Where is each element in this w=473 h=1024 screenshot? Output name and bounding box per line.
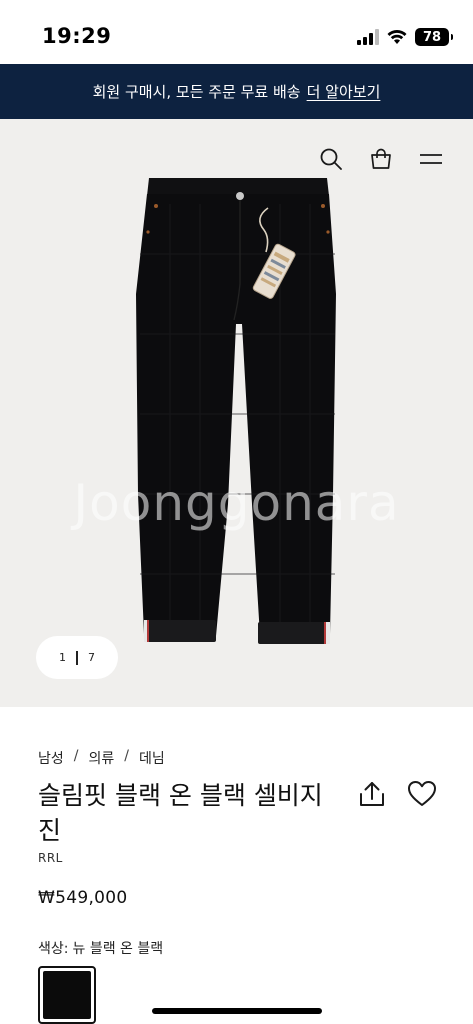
shopping-bag-icon	[371, 148, 391, 169]
image-pager[interactable]: 1 7	[36, 636, 118, 679]
share-button[interactable]	[357, 780, 387, 810]
status-bar: 19:29 78	[0, 0, 473, 64]
share-icon	[360, 782, 384, 806]
menu-icon	[420, 154, 442, 164]
color-label-value: 뉴 블랙 온 블랙	[72, 941, 164, 957]
search-button[interactable]	[319, 147, 343, 171]
product-image-gallery[interactable]: Joonggonara 1 7	[0, 119, 473, 707]
product-price: ₩549,000	[38, 888, 128, 908]
header-actions	[319, 147, 443, 171]
breadcrumb-separator: /	[73, 748, 79, 764]
breadcrumb-item-men[interactable]: 남성	[38, 748, 64, 768]
signal-icon	[357, 29, 379, 45]
home-indicator[interactable]	[152, 1008, 322, 1014]
breadcrumb-separator: /	[124, 748, 129, 764]
breadcrumb-item-clothing[interactable]: 의류	[88, 748, 114, 768]
jeans-product-image	[136, 178, 336, 644]
battery-level: 78	[422, 29, 442, 45]
status-time: 19:29	[42, 24, 112, 48]
color-swatch-black[interactable]	[38, 966, 96, 1024]
color-swatch-fill	[43, 971, 91, 1019]
product-brand: RRL	[38, 851, 63, 865]
battery-icon: 78	[415, 28, 453, 46]
heart-icon	[408, 781, 436, 806]
color-label: 색상: 뉴 블랙 온 블랙	[38, 938, 163, 958]
breadcrumb-item-denim[interactable]: 데님	[139, 748, 165, 768]
pager-total: 7	[88, 651, 95, 664]
watermark: Joonggonara	[73, 474, 400, 532]
pager-current: 1	[59, 651, 66, 664]
wishlist-button[interactable]	[406, 778, 438, 810]
promo-learn-more-link[interactable]: 더 알아보기	[307, 81, 381, 102]
promo-text: 회원 구매시, 모든 주문 무료 배송	[92, 83, 301, 101]
promo-banner: 회원 구매시, 모든 주문 무료 배송 더 알아보기	[0, 64, 473, 119]
product-title: 슬림핏 블랙 온 블랙 셀비지 진	[38, 781, 323, 845]
wifi-icon	[387, 30, 407, 44]
status-icons: 78	[357, 27, 453, 47]
color-label-prefix: 색상:	[38, 941, 69, 957]
breadcrumb: 남성 / 의류 / 데님	[38, 748, 165, 768]
search-icon	[320, 148, 342, 170]
pager-separator	[76, 650, 78, 665]
shopping-bag-button[interactable]	[369, 147, 393, 171]
menu-button[interactable]	[419, 147, 443, 171]
